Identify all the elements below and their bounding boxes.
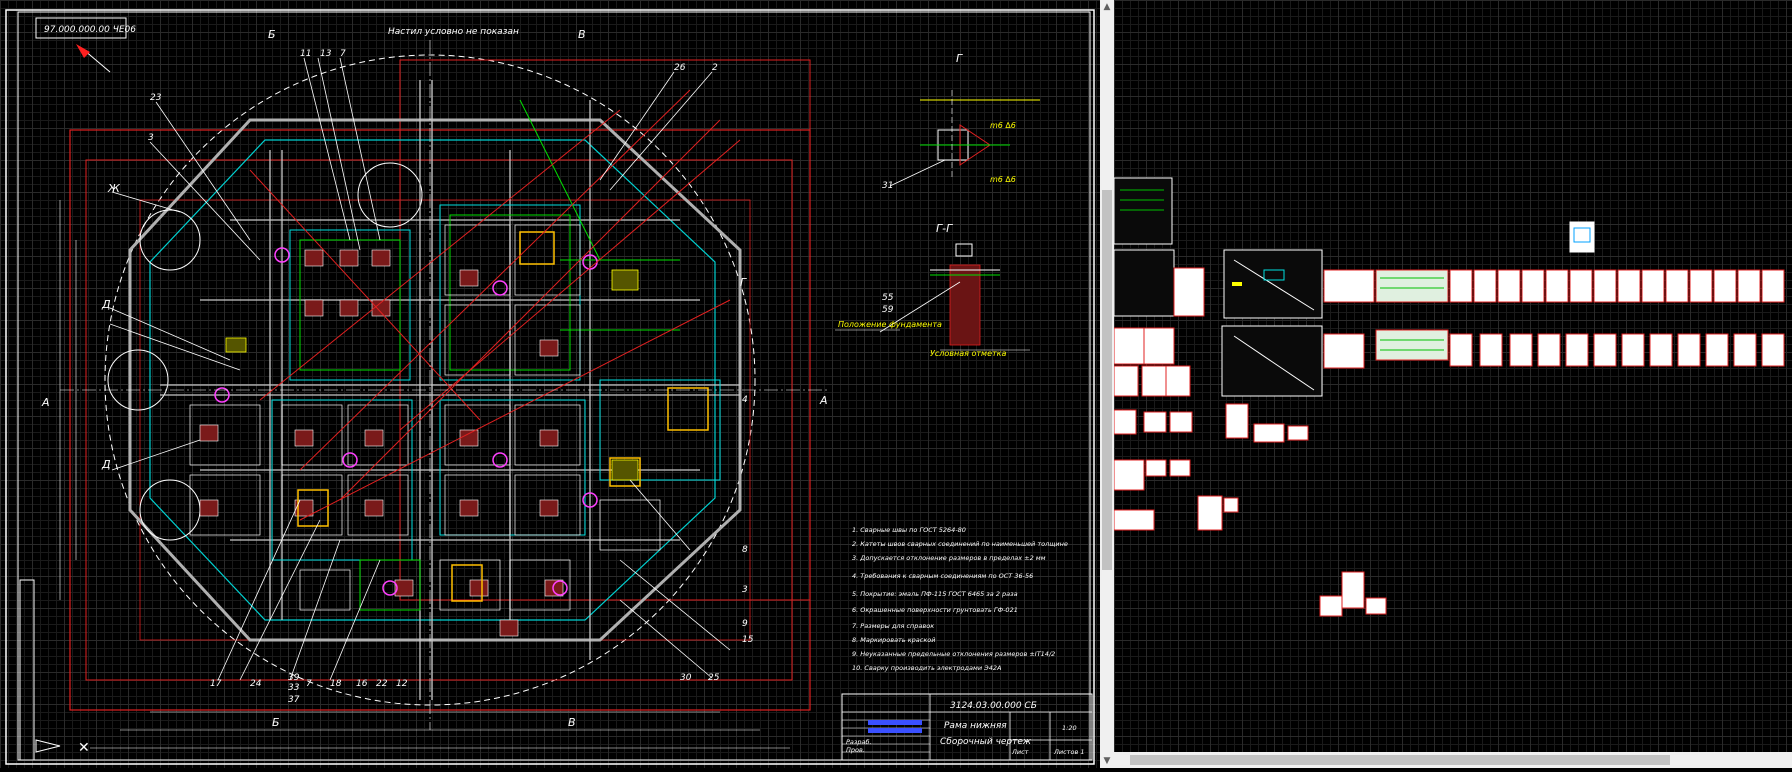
svg-text:26: 26 [674, 63, 686, 73]
svg-text:3: 3 [742, 585, 748, 595]
svg-text:39: 39 [288, 673, 300, 683]
svg-text:Д: Д [101, 458, 111, 471]
svg-text:Листов 1: Листов 1 [1053, 748, 1084, 756]
section-g-g: Положение фундамента Условная отметка [835, 243, 1030, 358]
svg-text:15: 15 [742, 635, 754, 645]
red-outline-2 [85, 159, 793, 681]
svg-text:16: 16 [356, 679, 368, 689]
svg-text:18: 18 [330, 679, 342, 689]
scroll-down-icon[interactable]: ▼ [1100, 754, 1114, 768]
svg-text:24: 24 [250, 679, 262, 689]
sheet-thumbnails[interactable] [1113, 177, 1785, 617]
svg-text:В: В [578, 28, 586, 41]
scale-label: 1:20 [1062, 724, 1077, 732]
title-code: 3124.03.00.000 СБ [950, 701, 1037, 711]
technical-notes: 1. Сварные швы по ГОСТ 5264-80 2. Катеты… [852, 526, 1068, 672]
horizontal-scrollbar[interactable] [1114, 752, 1792, 768]
svg-text:7: 7 [306, 679, 312, 689]
svg-text:Б: Б [272, 716, 280, 729]
svg-text:Пров.: Пров. [846, 746, 865, 754]
margin-strip [19, 579, 35, 761]
detail-view-g: m6 ∆6 m6 ∆6 [889, 90, 1040, 187]
inner-frame [17, 11, 1091, 761]
ucs-icon [35, 739, 61, 753]
svg-text:m6 ∆6: m6 ∆6 [990, 175, 1016, 184]
svg-text:А: А [819, 394, 828, 407]
svg-text:11: 11 [300, 49, 311, 59]
svg-text:7: 7 [340, 49, 346, 59]
scroll-up-icon[interactable]: ▲ [1100, 0, 1114, 14]
svg-text:Г: Г [956, 52, 963, 65]
svg-text:Д: Д [101, 298, 111, 311]
svg-text:7. Размеры для справок: 7. Размеры для справок [852, 622, 934, 630]
svg-text:1. Сварные швы по ГОСТ 5264-80: 1. Сварные швы по ГОСТ 5264-80 [852, 526, 966, 534]
svg-text:12: 12 [396, 679, 408, 689]
title-block: 3124.03.00.000 СБ Рама нижняя Сборочный … [841, 693, 1093, 761]
svg-text:5. Покрытие: эмаль ПФ-115 ГОСТ: 5. Покрытие: эмаль ПФ-115 ГОСТ 6465 за 2… [852, 590, 1018, 598]
svg-text:3. Допускается отклонение разм: 3. Допускается отклонение размеров в пре… [852, 554, 1046, 562]
title-name-2: Сборочный чертеж [940, 737, 1032, 747]
svg-text:m6 ∆6: m6 ∆6 [990, 121, 1016, 130]
stamp-code: 97.000.000.00 ЧЕ06 [44, 25, 136, 35]
svg-text:13: 13 [320, 49, 332, 59]
svg-text:23: 23 [150, 93, 162, 103]
svg-text:55: 55 [882, 293, 894, 303]
left-circle-mid [107, 349, 169, 411]
svg-text:25: 25 [708, 673, 720, 683]
svg-text:6. Окрашенные поверхности грун: 6. Окрашенные поверхности грунтовать ГФ-… [852, 606, 1018, 614]
cad-overview-viewport[interactable] [1113, 0, 1792, 768]
svg-text:Положение фундамента: Положение фундамента [838, 320, 942, 329]
close-x-icon: ✕ [78, 740, 90, 756]
svg-text:Лист: Лист [1011, 748, 1029, 756]
dimension-lines [59, 200, 790, 749]
cad-main-viewport[interactable]: 97.000.000.00 ЧЕ06 Настил условно не пок… [0, 0, 1100, 768]
header-note: Настил условно не показан [388, 27, 519, 37]
horizontal-scroll-thumb[interactable] [1130, 755, 1670, 765]
svg-text:9: 9 [742, 619, 748, 629]
svg-text:А: А [41, 396, 50, 409]
svg-text:2. Катеты швов сварных соедине: 2. Катеты швов сварных соединений по наи… [852, 540, 1068, 548]
svg-text:4. Требования к сварным соедин: 4. Требования к сварным соединениям по О… [852, 572, 1033, 580]
svg-text:2: 2 [712, 63, 718, 73]
svg-text:8: 8 [742, 545, 748, 555]
svg-text:3: 3 [148, 133, 154, 143]
svg-text:30: 30 [680, 673, 692, 683]
hatched-blocks [199, 249, 564, 637]
svg-text:33: 33 [288, 683, 300, 693]
svg-text:37: 37 [288, 695, 300, 705]
overview-canvas[interactable] [1113, 0, 1792, 768]
svg-text:Ж: Ж [107, 182, 121, 195]
svg-text:Г: Г [740, 276, 747, 289]
svg-text:Б: Б [268, 28, 276, 41]
svg-text:Г-Г: Г-Г [936, 222, 953, 235]
svg-text:59: 59 [882, 305, 894, 315]
vertical-scrollbar[interactable]: ▲ ▼ [1100, 0, 1114, 768]
svg-text:22: 22 [376, 679, 388, 689]
red-marker [76, 44, 90, 58]
svg-text:9. Неуказанные предельные откл: 9. Неуказанные предельные отклонения раз… [852, 650, 1055, 658]
svg-text:4: 4 [742, 395, 748, 405]
svg-text:17: 17 [210, 679, 222, 689]
title-name-1: Рама нижняя [944, 721, 1007, 731]
svg-text:8. Маркировать краской: 8. Маркировать краской [852, 636, 935, 644]
vertical-scroll-thumb[interactable] [1102, 190, 1112, 570]
top-circle [357, 162, 423, 228]
svg-text:В: В [568, 716, 576, 729]
svg-text:Условная отметка: Условная отметка [930, 349, 1006, 358]
left-circle-bottom [139, 479, 201, 541]
svg-text:10. Сварку производить электро: 10. Сварку производить электродами Э42А [852, 664, 1001, 672]
callout-labels: 11 13 7 26 2 23 3 31 55 59 17 24 39 33 3… [148, 49, 894, 705]
cad-drawing-canvas[interactable]: 97.000.000.00 ЧЕ06 Настил условно не пок… [0, 0, 1100, 768]
svg-text:Разраб.: Разраб. [846, 738, 872, 746]
svg-text:31: 31 [882, 181, 893, 191]
